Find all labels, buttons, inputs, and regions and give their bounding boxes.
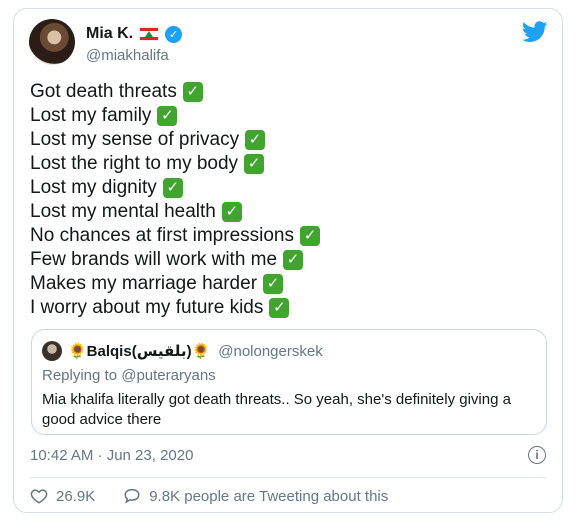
check-mark-icon: ✓ <box>245 130 266 150</box>
author-display-name[interactable]: Mia K. <box>86 25 133 43</box>
tweeting-about-text: 9.8K people are Tweeting about this <box>149 487 389 505</box>
tweet-card: Mia K. ✓ @miakhalifa Got death threats ✓ … <box>13 8 563 513</box>
info-icon[interactable]: i <box>528 446 546 464</box>
like-action[interactable]: 26.9K <box>30 487 95 505</box>
tweet-line: No chances at first impressions ✓ <box>30 224 320 248</box>
tweet-line: Lost my dignity ✓ <box>30 176 320 200</box>
twitter-bird-icon[interactable] <box>522 21 548 43</box>
tweet-line: Lost my sense of privacy ✓ <box>30 128 320 152</box>
check-mark-icon: ✓ <box>162 178 183 198</box>
replying-to-handle[interactable]: @puteraryans <box>121 367 215 384</box>
tweet-line: Lost my mental health ✓ <box>30 200 320 224</box>
replying-to: Replying to @puteraryans <box>42 367 216 384</box>
author-avatar[interactable] <box>29 19 75 65</box>
like-count: 26.9K <box>56 487 96 505</box>
check-mark-icon: ✓ <box>283 250 304 270</box>
check-mark-icon: ✓ <box>157 106 178 126</box>
verified-badge-icon: ✓ <box>165 25 183 43</box>
reply-bubble-icon <box>124 488 140 504</box>
tweet-line: Few brands will work with me ✓ <box>30 248 320 272</box>
tweet-timestamp[interactable]: 10:42 AM · Jun 23, 2020 <box>30 447 193 464</box>
quoted-tweet[interactable]: 🌻Balqis(بلقيس)🌻 @nolongerskek Replying t… <box>31 329 547 435</box>
heart-icon <box>30 489 48 504</box>
tweet-line: Got death threats ✓ <box>30 80 320 104</box>
tweet-line: Lost the right to my body ✓ <box>30 152 320 176</box>
divider <box>30 477 546 478</box>
tweet-line: I worry about my future kids ✓ <box>30 296 320 320</box>
quoted-author-handle: @nolongerskek <box>218 342 323 360</box>
check-mark-icon: ✓ <box>182 82 203 102</box>
quoted-author-name: 🌻Balqis(بلقيس)🌻 <box>68 343 211 360</box>
author-name-row: Mia K. ✓ <box>86 25 183 43</box>
check-mark-icon: ✓ <box>300 226 320 246</box>
quoted-tweet-header: 🌻Balqis(بلقيس)🌻 @nolongerskek <box>42 341 323 361</box>
tweet-line: Lost my family ✓ <box>30 104 320 128</box>
tweet-body: Got death threats ✓ Lost my family ✓ Lost … <box>30 80 320 320</box>
check-mark-icon: ✓ <box>269 298 290 318</box>
tweet-line: Makes my marriage harder ✓ <box>30 272 320 296</box>
tweeting-about-action[interactable]: 9.8K people are Tweeting about this <box>123 487 388 505</box>
author-handle[interactable]: @miakhalifa <box>86 47 169 64</box>
quoted-author-avatar <box>42 341 62 361</box>
check-mark-icon: ✓ <box>244 154 265 174</box>
check-mark-icon: ✓ <box>263 274 284 294</box>
check-mark-icon: ✓ <box>221 202 242 222</box>
lebanon-flag-icon <box>139 27 160 41</box>
quoted-tweet-text: Mia khalifa literally got death threats.… <box>42 391 511 428</box>
tweet-actions: 26.9K 9.8K people are Tweeting about thi… <box>30 487 388 505</box>
